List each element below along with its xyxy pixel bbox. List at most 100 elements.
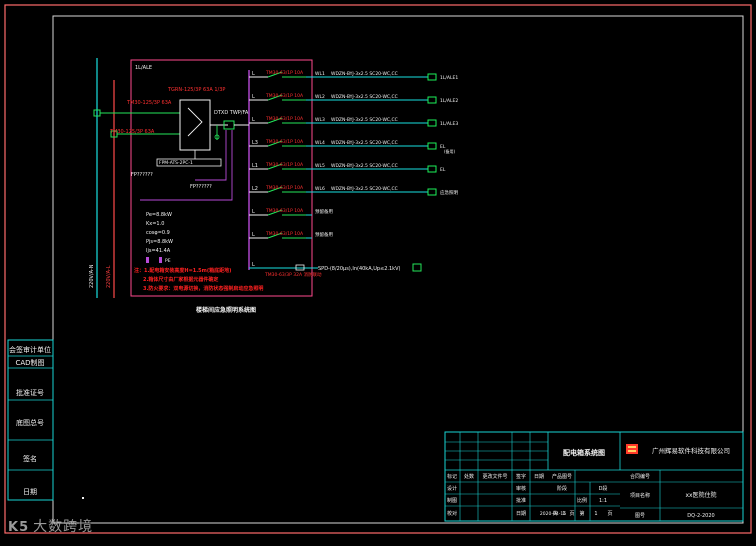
circuit-cable: WDZN-BYJ-3x2.5 SC20-WC,CC [331,186,398,192]
circuit-row[interactable]: L3 TM30-63/1P 10A WL4 WDZN-BYJ-3x2.5 SC20-W… [249,139,456,154]
outgoing-circuits: L TM30-63/1P 10A WL1 WDZN-BYJ-3x2.5 SC20-WC… [249,70,458,239]
breaker-main-b-label: TM30-125/3P 63A [109,129,155,135]
circuit-code: WL4 [315,140,325,146]
tb-sheet-6: 页 [607,511,612,517]
circuit-row[interactable]: L TM30-63/1P 10A WL3 WDZN-BYJ-3x2.5 SC20-WC… [249,116,458,127]
incoming-feeders: 220V/A-N 220V/A-L [89,58,118,298]
watermark-text: 大数跨境 [33,519,94,535]
circuit-row[interactable]: L1 TM30-63/1P 10A WL5 WDZN-BYJ-3x2.5 SC20-W… [249,162,446,173]
tb-figure-value: DQ-2-2020 [687,513,714,519]
circuit-load: 1L/ALE3 [440,121,458,127]
stamp-cell-1: 会签审计单位 [9,345,51,354]
circuit-row[interactable]: L TM30-63/1P 10A WL2 WDZN-BYJ-3x2.5 SC20-WC… [249,93,458,104]
circuit-breaker-label: TM30-63/1P 10A [265,93,304,99]
circuit-breaker-label: TM30-63/1P 10A [265,70,304,76]
origin-mark [82,497,84,499]
stamp-cell-4: 底图总号 [16,418,44,427]
ats-spec-label: DTXD TWP/FA [214,110,249,116]
circuit-cable: WDZN-BYJ-3x2.5 SC20-WC,CC [331,94,398,100]
circuit-tag: L2 [252,186,258,192]
stamp-cell-5: 签名 [23,454,37,463]
circuit-code: WL2 [315,94,325,100]
circuit-row[interactable]: L TM30-63/1P 10A 预留备用 [249,231,333,239]
spd-circuit-label: SPD-(8/20μs),In(40kA,Up≤2.1kV) [318,266,401,272]
circuit-load: 1L/ALE2 [440,98,458,104]
fiber-a-label: FP?????? [131,172,153,178]
tb-left-2: 制图 [447,497,457,504]
circuit-load: 1L/ALE1 [440,75,458,81]
panel-parameters: Pe=8.8kW Kx=1.0 cosφ=0.9 Pjs=8.8kW Ijs=4… [146,212,173,264]
stamp-cell-3: 批准证号 [16,388,44,397]
param-3: cosφ=0.9 [146,230,170,236]
load-terminal-icon [427,73,437,81]
incoming-right-label: 220V/A-L [106,265,112,288]
tb-project-label: 项目名称 [630,492,650,499]
load-terminal-icon [427,165,437,173]
tb-header-5: 日期 [534,474,544,480]
title-block: 配电箱系统图 广州辉易软件科技有限公司 标记 处数 更改文件号 签字 日期 产品… [444,431,744,522]
legend-pe: PE [165,258,171,264]
tb-left-1: 设计 [447,485,457,492]
tb-header-6: 产品图号 [552,473,572,480]
circuit-row[interactable]: L TM30-63/1P 10A WL1 WDZN-BYJ-3x2.5 SC20-WC… [249,70,458,81]
watermark: K5 大数跨境 [8,516,93,536]
circuit-cable: WDZN-BYJ-3x2.5 SC20-WC,CC [331,117,398,123]
company-name: 广州辉易软件科技有限公司 [652,446,730,455]
spd-label: FPM-ATS-2PC-1 [159,160,193,166]
load-terminal-icon [427,188,437,196]
circuit-cable: WDZN-BYJ-3x2.5 SC20-WC,CC [331,163,398,169]
tb-mid-3: 日期 [516,511,526,517]
stamp-cell-6: 日期 [23,488,37,496]
circuit-breaker-label: TM30-63/1P 10A [265,139,304,145]
note-1: 注：1.配电箱安装高度H=1.5m(箱底距地) [134,267,231,274]
circuit-tag: L3 [252,140,258,146]
watermark-logo-icon: K5 [8,520,30,535]
spd-circuit-tag: L [252,262,255,268]
stamp-cell-2: CAD制图 [15,358,44,367]
circuit-load-sub: (备用) [444,148,456,154]
circuit-cable: 预留备用 [315,208,333,215]
tb-mid-1: 审核 [516,485,526,492]
ats-top-label: TGRN-125/3P 63A 1/3P [167,87,225,93]
tb-field-1: 阶段 [557,485,567,492]
circuit-tag: L [252,232,255,238]
incoming-left-label: 220V/A-N [89,264,95,288]
param-4: Pjs=8.8kW [146,239,173,245]
tb-project-value: xx医院住院 [685,491,716,499]
drawing-title: 配电箱系统图 [563,448,605,457]
circuit-code: WL5 [315,163,325,169]
circuit-code: WL6 [315,186,325,192]
note-2: 2.箱体尺寸由厂家根据元器件确定 [143,276,218,283]
circuit-code: WL1 [315,71,325,77]
spd-circuit-breaker: TM30-63/3P 32A 消防联动 [264,271,322,278]
cad-viewport[interactable]: 会签审计单位 CAD制图 批准证号 底图总号 签名 日期 220V/A-N 22… [0,0,756,542]
circuit-row[interactable]: L2 TM30-63/1P 10A WL6 WDZN-BYJ-3x2.5 SC20-W… [249,185,458,196]
circuit-breaker-label: TM30-63/1P 10A [265,231,304,237]
load-terminal-icon [427,96,437,104]
circuit-row[interactable]: L TM30-63/1P 10A 预留备用 [249,208,333,216]
circuit-tag: L [252,117,255,123]
company-logo-icon [626,444,638,454]
tb-mid-2: 批准 [516,497,526,504]
param-2: Kx=1.0 [146,221,164,227]
circuit-cable: WDZN-BYJ-3x2.5 SC20-WC,CC [331,140,398,146]
tb-field-2-value: 1:1 [599,498,607,504]
drawing-canvas[interactable]: 会签审计单位 CAD制图 批准证号 底图总号 签名 日期 220V/A-N 22… [0,0,756,542]
tb-figure-label: 图号 [635,513,645,519]
tb-sheet-2: 1 [562,511,565,517]
tb-header-4: 签字 [516,473,526,480]
circuit-tag: L [252,71,255,77]
notes-block: 注：1.配电箱安装高度H=1.5m(箱底距地) 2.箱体尺寸由厂家根据元器件确定… [134,267,263,292]
note-3: 3.防火要求：双电源切换，消防状态强制启动应急照明 [143,285,263,292]
spd-block: FPM-ATS-2PC-1 FP?????? FP?????? [131,130,233,201]
drawing-caption: 楼梯间应急照明系统图 [196,306,256,314]
tb-sheet-4: 第 [579,510,584,517]
circuit-cable: WDZN-BYJ-3x2.5 SC20-WC,CC [331,71,398,77]
fiber-b-label: FP?????? [190,184,212,190]
tb-field-1-value: D段 [599,485,608,492]
circuit-breaker-label: TM30-63/1P 10A [265,162,304,168]
tb-header-2: 处数 [464,473,474,480]
load-terminal-icon [427,119,437,127]
circuit-tag: L1 [252,163,258,169]
spd-circuit: L SPD-(8/20μs),In(40kA,Up≤2.1kV) TM30-63… [249,262,422,278]
